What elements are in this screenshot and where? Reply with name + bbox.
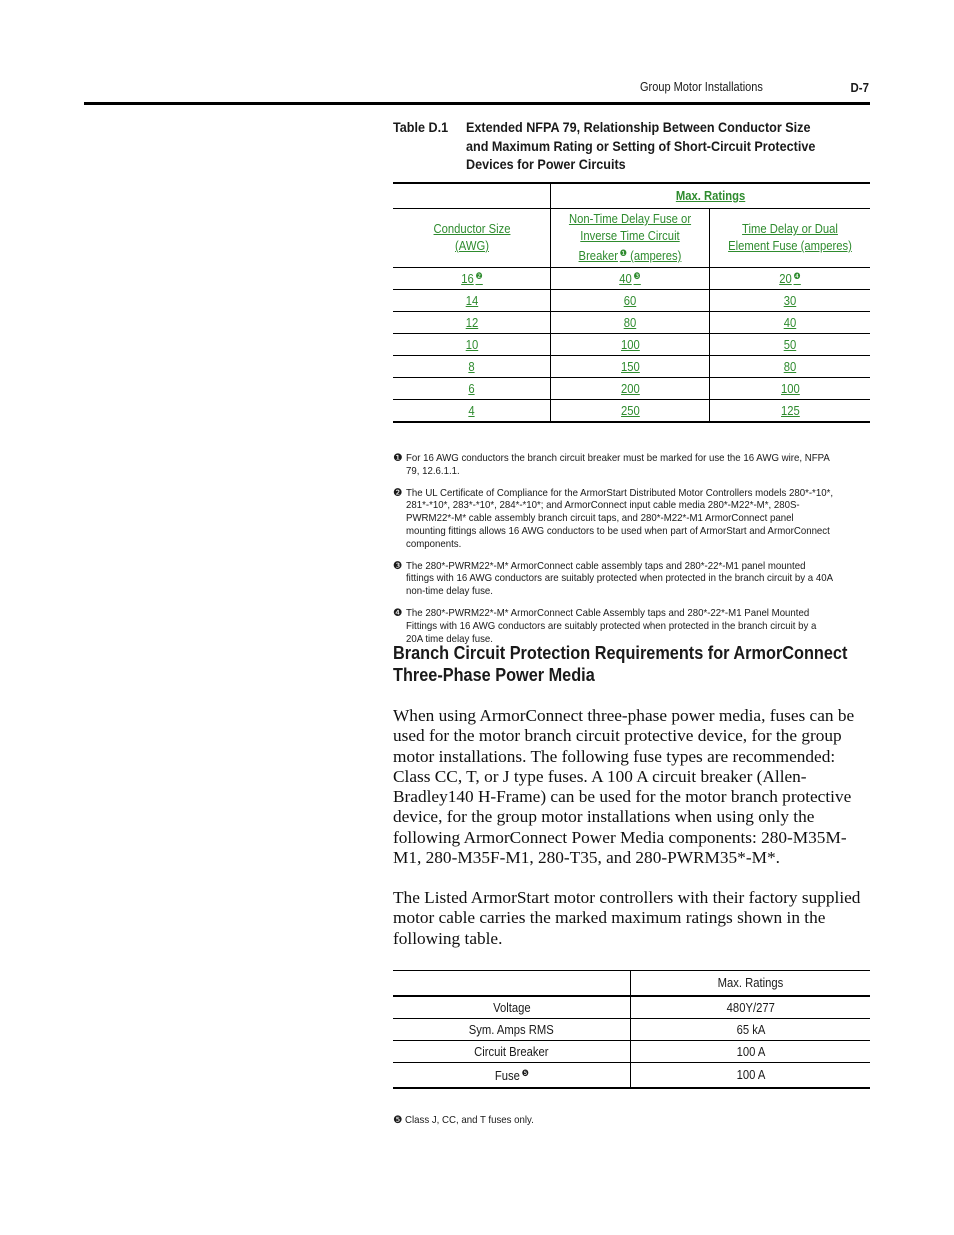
- running-header-title: Group Motor Installations: [640, 80, 763, 94]
- cell-non-time-delay[interactable]: 250: [621, 404, 640, 418]
- max-ratings-header: Max. Ratings: [630, 970, 870, 997]
- cell-size[interactable]: 16: [461, 272, 474, 286]
- empty-header-cell: [393, 970, 631, 997]
- table-row: Voltage 480Y/277: [393, 996, 870, 1019]
- cell-time-delay[interactable]: 80: [784, 360, 797, 374]
- row-value: 480Y/277: [726, 1000, 775, 1015]
- table-caption: Table D.1 Extended NFPA 79, Relationship…: [393, 118, 873, 174]
- cell-non-time-delay[interactable]: 60: [624, 294, 637, 308]
- table-caption-label: Table D.1: [393, 119, 449, 135]
- footnote-marker: ❶: [393, 452, 403, 464]
- footnote-marker: ❺: [393, 1114, 403, 1126]
- table-caption-text: Extended NFPA 79, Relationship Between C…: [466, 119, 816, 172]
- empty-header-cell: [393, 182, 551, 209]
- footnote-text: The 280*-PWRM22*-M* ArmorConnect cable a…: [406, 559, 833, 598]
- table-header-row: Max. Ratings: [393, 970, 870, 997]
- body-paragraph: The Listed ArmorStart motor controllers …: [393, 888, 861, 948]
- footnote-1: ❶ For 16 AWG conductors the branch circu…: [393, 452, 873, 478]
- table-footnotes: ❶ For 16 AWG conductors the branch circu…: [393, 452, 873, 654]
- footnote-ref-2[interactable]: ❷: [475, 271, 482, 281]
- row-value: 100 A: [736, 1068, 765, 1082]
- column-header-non-time-delay[interactable]: Non-Time Delay Fuse or Inverse Time Circ…: [550, 208, 710, 268]
- row-label: Voltage: [492, 1000, 531, 1015]
- footnote-ref-4[interactable]: ❹: [794, 271, 801, 281]
- cell-time-delay[interactable]: 125: [781, 404, 800, 418]
- cell-size[interactable]: 6: [468, 382, 474, 396]
- table-row: 4 250 125: [393, 399, 870, 423]
- header-rule: [84, 102, 870, 105]
- table-row: 14 60 30: [393, 289, 870, 312]
- table-row: 8 150 80: [393, 355, 870, 378]
- row-label: Sym. Amps RMS: [468, 1022, 555, 1037]
- table-row: Circuit Breaker 100 A: [393, 1040, 870, 1063]
- footnote-3: ❸ The 280*-PWRM22*-M* ArmorConnect cable…: [393, 560, 873, 598]
- column-header-conductor-size[interactable]: Conductor Size (AWG): [393, 208, 551, 268]
- table-group-header-row: Max. Ratings: [393, 182, 870, 209]
- table-row: Fuse ❺ 100 A: [393, 1062, 870, 1089]
- footnote-4: ❹ The 280*-PWRM22*-M* ArmorConnect Cable…: [393, 607, 873, 645]
- cell-size[interactable]: 8: [468, 360, 474, 374]
- section-heading: Branch Circuit Protection Requirements f…: [393, 642, 848, 685]
- table-row: 6 200 100: [393, 377, 870, 400]
- table-row: 10 100 50: [393, 333, 870, 356]
- cell-non-time-delay[interactable]: 100: [621, 338, 640, 352]
- cell-size[interactable]: 4: [468, 404, 474, 418]
- cell-non-time-delay[interactable]: 200: [621, 382, 640, 396]
- footnote-ref-5: ❺: [521, 1067, 529, 1078]
- table-column-header-row: Conductor Size (AWG) Non-Time Delay Fuse…: [393, 208, 870, 268]
- row-label: Circuit Breaker: [474, 1044, 549, 1059]
- footnote-text: The 280*-PWRM22*-M* ArmorConnect Cable A…: [406, 606, 817, 645]
- cell-size[interactable]: 10: [465, 338, 478, 352]
- footnote-marker: ❸: [393, 559, 403, 572]
- row-value: 65 kA: [736, 1022, 765, 1037]
- footnote-text: The UL Certificate of Compliance for the…: [406, 486, 834, 550]
- conductor-rating-table: Max. Ratings Conductor Size (AWG) Non-Ti…: [393, 182, 870, 423]
- cell-time-delay[interactable]: 100: [781, 382, 800, 396]
- cell-time-delay[interactable]: 30: [784, 294, 797, 308]
- table-row: Sym. Amps RMS 65 kA: [393, 1018, 870, 1041]
- footnote-ref-3[interactable]: ❸: [634, 271, 641, 281]
- max-ratings-header[interactable]: Max. Ratings: [550, 182, 870, 209]
- cell-non-time-delay[interactable]: 150: [621, 360, 640, 374]
- footnote-marker: ❹: [393, 606, 403, 619]
- cell-time-delay[interactable]: 40: [784, 316, 797, 330]
- cell-non-time-delay[interactable]: 40: [619, 272, 632, 286]
- table-row: 16 ❷ 40 ❸ 20 ❹: [393, 267, 870, 290]
- footnote-text: For 16 AWG conductors the branch circuit…: [406, 452, 830, 477]
- page-number: D-7: [850, 80, 869, 95]
- footnote-2: ❷ The UL Certificate of Compliance for t…: [393, 487, 873, 551]
- cell-non-time-delay[interactable]: 80: [624, 316, 637, 330]
- row-value: 100 A: [736, 1044, 765, 1059]
- footnote-ref-1[interactable]: ❶: [620, 248, 627, 258]
- table-row: 12 80 40: [393, 311, 870, 334]
- max-ratings-table: Max. Ratings Voltage 480Y/277 Sym. Amps …: [393, 970, 870, 1089]
- footnote-marker: ❷: [393, 486, 403, 499]
- cell-size[interactable]: 14: [465, 294, 478, 308]
- row-label: Fuse: [494, 1068, 520, 1083]
- footnote-5: ❺ Class J, CC, and T fuses only.: [393, 1114, 545, 1126]
- cell-time-delay[interactable]: 50: [784, 338, 797, 352]
- footnote-text: Class J, CC, and T fuses only.: [405, 1114, 535, 1126]
- cell-time-delay[interactable]: 20: [779, 272, 792, 286]
- cell-size[interactable]: 12: [465, 316, 478, 330]
- body-paragraph: When using ArmorConnect three-phase powe…: [393, 706, 855, 868]
- column-header-time-delay[interactable]: Time Delay or Dual Element Fuse (amperes…: [709, 208, 870, 268]
